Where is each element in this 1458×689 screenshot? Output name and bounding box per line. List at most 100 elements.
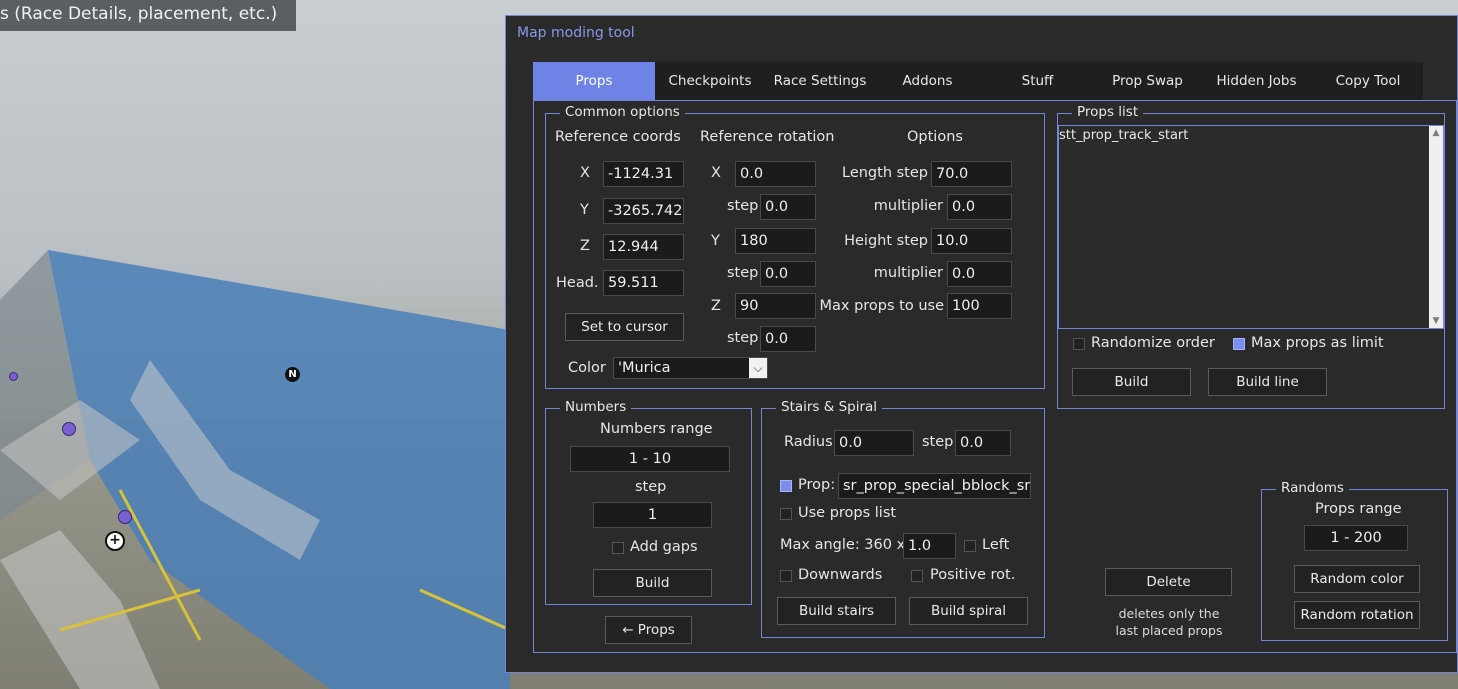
length-step-label: Length step — [842, 165, 928, 181]
max-props-label: Max props to use — [819, 298, 944, 314]
color-label: Color — [568, 360, 606, 376]
scroll-up-icon[interactable]: ▲ — [1429, 126, 1443, 140]
rot-y-input[interactable]: 180 — [735, 228, 816, 254]
tab-stuff[interactable]: Stuff — [980, 62, 1095, 100]
numbers-step-label: step — [635, 479, 667, 495]
tab-prop-swap[interactable]: Prop Swap — [1095, 62, 1200, 100]
rot-z-input[interactable]: 90 — [735, 293, 816, 319]
randoms-title: Randoms — [1276, 480, 1349, 496]
randomize-order-checkbox[interactable] — [1073, 338, 1085, 350]
stairs-spiral-title: Stairs & Spiral — [776, 399, 883, 415]
ref-coords-heading: Reference coords — [555, 129, 681, 145]
numbers-title: Numbers — [560, 399, 632, 415]
common-options-group: Common options Reference coords Referenc… — [545, 104, 1045, 389]
tab-hidden-jobs[interactable]: Hidden Jobs — [1200, 62, 1313, 100]
tab-addons[interactable]: Addons — [875, 62, 980, 100]
rot-y-label: Y — [711, 233, 720, 249]
prop-input[interactable]: sr_prop_special_bblock_sr — [838, 473, 1031, 499]
props-build-button[interactable]: Build — [1072, 368, 1191, 396]
race-details-bar: s (Race Details, placement, etc.) — [0, 0, 296, 31]
coord-y-input[interactable]: -3265.742 — [603, 198, 684, 224]
build-spiral-button[interactable]: Build spiral — [909, 597, 1028, 625]
randomize-order-label: Randomize order — [1091, 335, 1215, 351]
rot-z-step-label: step — [727, 330, 759, 346]
length-multiplier-label: multiplier — [873, 198, 943, 214]
props-list-group: Props list stt_prop_track_start ▲ ▼ Rand… — [1057, 104, 1445, 409]
height-step-input[interactable]: 10.0 — [931, 228, 1012, 254]
height-multiplier-input[interactable]: 0.0 — [947, 261, 1012, 287]
rot-y-step-input[interactable]: 0.0 — [760, 261, 816, 287]
coord-z-input[interactable]: 12.944 — [603, 234, 684, 260]
map-moding-tool-window: Map moding tool Props Checkpoints Race S… — [505, 15, 1458, 673]
downwards-label: Downwards — [798, 567, 883, 583]
coord-x-label: X — [580, 165, 590, 181]
scroll-down-icon[interactable]: ▼ — [1429, 314, 1443, 328]
positive-rot-checkbox[interactable] — [911, 570, 923, 582]
radius-step-label: step — [922, 434, 954, 450]
props-list-title: Props list — [1072, 104, 1144, 120]
common-options-title: Common options — [560, 104, 685, 120]
scrollbar[interactable]: ▲ ▼ — [1429, 126, 1443, 328]
list-item[interactable]: stt_prop_track_start — [1059, 128, 1188, 143]
props-range-input[interactable]: 1 - 200 — [1304, 525, 1408, 551]
build-stairs-button[interactable]: Build stairs — [777, 597, 896, 625]
add-gaps-label: Add gaps — [630, 539, 698, 555]
rot-x-step-label: step — [727, 198, 759, 214]
heading-label: Head. — [556, 275, 599, 291]
add-gaps-checkbox[interactable] — [612, 542, 624, 554]
rot-z-label: Z — [711, 298, 721, 314]
props-listbox[interactable]: stt_prop_track_start ▲ ▼ — [1058, 125, 1444, 329]
use-props-list-label: Use props list — [798, 505, 897, 521]
numbers-step-input[interactable]: 1 — [593, 502, 712, 528]
map-marker-dot — [62, 422, 76, 436]
options-heading: Options — [907, 129, 963, 145]
delete-note-line1: deletes only the — [1118, 606, 1220, 621]
back-to-props-button[interactable]: ← Props — [605, 616, 692, 644]
chevron-down-icon[interactable]: ⌵ — [749, 358, 767, 378]
delete-note-line2: last placed props — [1115, 623, 1223, 638]
prop-label: Prop: — [798, 477, 836, 493]
radius-label: Radius — [784, 434, 833, 450]
tab-race-settings[interactable]: Race Settings — [765, 62, 875, 100]
rot-z-step-input[interactable]: 0.0 — [760, 326, 816, 352]
radius-step-input[interactable]: 0.0 — [955, 430, 1011, 456]
north-marker-icon: N — [285, 367, 300, 382]
rot-x-input[interactable]: 0.0 — [735, 161, 816, 187]
tab-props[interactable]: Props — [533, 62, 655, 100]
numbers-range-input[interactable]: 1 - 10 — [570, 446, 730, 472]
max-angle-label: Max angle: 360 x — [780, 537, 906, 553]
delete-button[interactable]: Delete — [1105, 568, 1232, 596]
numbers-group: Numbers Numbers range 1 - 10 step 1 Add … — [545, 399, 752, 605]
height-multiplier-label: multiplier — [873, 265, 943, 281]
radius-input[interactable]: 0.0 — [834, 430, 914, 456]
downwards-checkbox[interactable] — [780, 570, 792, 582]
stairs-spiral-group: Stairs & Spiral Radius 0.0 step 0.0 Prop… — [761, 399, 1045, 638]
tab-copy-tool[interactable]: Copy Tool — [1313, 62, 1423, 100]
length-step-input[interactable]: 70.0 — [931, 161, 1012, 187]
positive-rot-label: Positive rot. — [930, 567, 1016, 583]
props-build-line-button[interactable]: Build line — [1208, 368, 1327, 396]
tab-bar: Props Checkpoints Race Settings Addons S… — [533, 62, 1423, 100]
prop-checkbox[interactable] — [780, 480, 792, 492]
numbers-range-label: Numbers range — [600, 421, 713, 437]
coord-x-input[interactable]: -1124.31 — [603, 161, 684, 187]
color-select[interactable]: 'Murica ⌵ — [613, 357, 768, 379]
use-props-list-checkbox[interactable] — [780, 508, 792, 520]
left-label: Left — [982, 537, 1010, 553]
left-checkbox[interactable] — [964, 540, 976, 552]
max-props-limit-checkbox[interactable] — [1233, 338, 1245, 350]
window-title: Map moding tool — [517, 25, 635, 41]
max-props-limit-label: Max props as limit — [1251, 335, 1384, 351]
color-select-value: 'Murica — [618, 360, 671, 376]
heading-input[interactable]: 59.511 — [603, 270, 684, 296]
set-to-cursor-button[interactable]: Set to cursor — [565, 313, 684, 341]
random-rotation-button[interactable]: Random rotation — [1294, 601, 1420, 629]
max-props-input[interactable]: 100 — [947, 293, 1012, 319]
rot-x-step-input[interactable]: 0.0 — [760, 194, 816, 220]
max-angle-input[interactable]: 1.0 — [903, 533, 956, 559]
tab-checkpoints[interactable]: Checkpoints — [655, 62, 765, 100]
length-multiplier-input[interactable]: 0.0 — [947, 194, 1012, 220]
numbers-build-button[interactable]: Build — [593, 569, 712, 597]
random-color-button[interactable]: Random color — [1294, 565, 1420, 593]
map-marker-dot — [118, 510, 132, 524]
